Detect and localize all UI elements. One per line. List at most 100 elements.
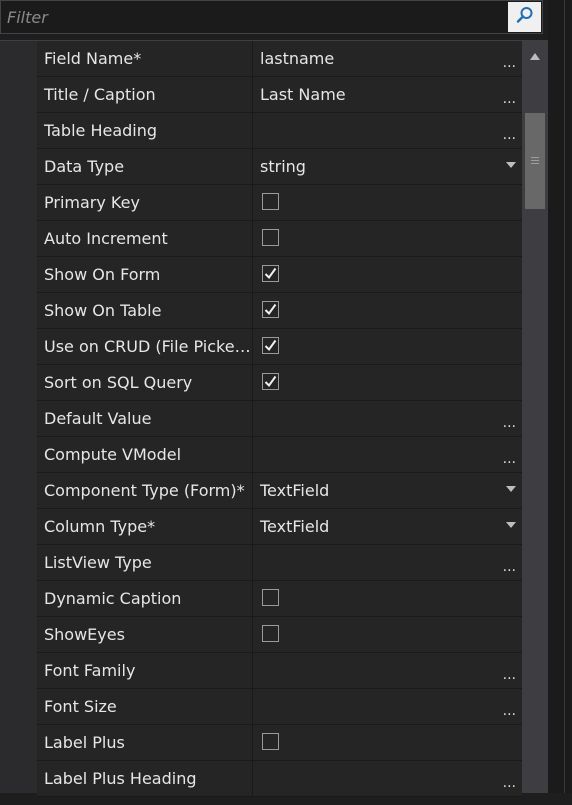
property-checkbox[interactable] — [262, 373, 279, 390]
scroll-thumb[interactable] — [525, 113, 545, 209]
property-name: Font Size — [37, 689, 253, 724]
property-name: Compute VModel — [37, 437, 253, 472]
property-row[interactable]: Component Type (Form)* TextField — [37, 473, 522, 509]
property-name: Show On Form — [37, 257, 253, 292]
property-row[interactable]: Title / Caption Last Name... — [37, 77, 522, 113]
property-grid: Field Name* lastname... Title / Caption Las… — [37, 41, 522, 797]
ellipsis-button[interactable]: ... — [500, 653, 516, 688]
property-value[interactable]: lastname... — [253, 41, 522, 76]
property-name: Column Type* — [37, 509, 253, 544]
property-checkbox[interactable] — [262, 733, 279, 750]
property-row[interactable]: Font Family... — [37, 653, 522, 689]
property-name: Show On Table — [37, 293, 253, 328]
ellipsis-button[interactable]: ... — [500, 77, 516, 112]
ellipsis-button[interactable]: ... — [500, 761, 516, 796]
property-row[interactable]: Default Value... — [37, 401, 522, 437]
property-value[interactable]: ... — [253, 437, 522, 472]
chevron-down-icon[interactable] — [506, 522, 516, 528]
property-checkbox[interactable] — [262, 625, 279, 642]
property-value[interactable] — [253, 581, 522, 616]
property-name: Primary Key — [37, 185, 253, 220]
ellipsis-button[interactable]: ... — [500, 545, 516, 580]
property-name: Title / Caption — [37, 77, 253, 112]
ellipsis-button[interactable]: ... — [500, 41, 516, 76]
property-value[interactable]: ... — [253, 545, 522, 580]
property-row[interactable]: Label Plus — [37, 725, 522, 761]
vertical-scrollbar[interactable] — [522, 41, 548, 793]
property-checkbox[interactable] — [262, 193, 279, 210]
property-row[interactable]: Label Plus Heading... — [37, 761, 522, 797]
property-row[interactable]: Show On Form — [37, 257, 522, 293]
property-row[interactable]: Dynamic Caption — [37, 581, 522, 617]
property-checkbox[interactable] — [262, 229, 279, 246]
property-row[interactable]: Column Type* TextField — [37, 509, 522, 545]
property-row[interactable]: ShowEyes — [37, 617, 522, 653]
filter-bar — [0, 0, 543, 34]
property-value[interactable]: ... — [253, 401, 522, 436]
property-value[interactable]: ... — [253, 761, 522, 796]
property-value-text: lastname — [260, 49, 335, 68]
ellipsis-button[interactable]: ... — [500, 113, 516, 148]
property-row[interactable]: Sort on SQL Query — [37, 365, 522, 401]
property-name: Use on CRUD (File Picker... — [37, 329, 253, 364]
property-value[interactable] — [253, 221, 522, 256]
property-row[interactable]: Compute VModel... — [37, 437, 522, 473]
property-row[interactable]: ListView Type... — [37, 545, 522, 581]
property-value[interactable] — [253, 329, 522, 364]
property-value[interactable] — [253, 617, 522, 652]
property-checkbox[interactable] — [262, 301, 279, 318]
property-value[interactable]: ... — [253, 113, 522, 148]
property-checkbox[interactable] — [262, 589, 279, 606]
property-checkbox[interactable] — [262, 265, 279, 282]
property-row[interactable]: Show On Table — [37, 293, 522, 329]
filter-input[interactable] — [1, 1, 507, 33]
chevron-down-icon[interactable] — [506, 486, 516, 492]
property-row[interactable]: Field Name* lastname... — [37, 41, 522, 77]
property-value[interactable] — [253, 257, 522, 292]
property-value-text: TextField — [260, 481, 330, 500]
right-panel-edge — [548, 0, 572, 793]
property-value[interactable] — [253, 293, 522, 328]
property-name: Field Name* — [37, 41, 253, 76]
property-name: Dynamic Caption — [37, 581, 253, 616]
scroll-up-button[interactable] — [522, 41, 548, 67]
property-value-text: TextField — [260, 517, 330, 536]
search-icon — [516, 6, 534, 28]
property-name: Sort on SQL Query — [37, 365, 253, 400]
property-name: Data Type — [37, 149, 253, 184]
property-name: Font Family — [37, 653, 253, 688]
property-value[interactable]: ... — [253, 689, 522, 724]
property-value[interactable]: ... — [253, 653, 522, 688]
property-value[interactable]: Last Name... — [253, 77, 522, 112]
category-gutter — [0, 40, 37, 793]
property-row[interactable]: Use on CRUD (File Picker... — [37, 329, 522, 365]
property-row[interactable]: Auto Increment — [37, 221, 522, 257]
property-value[interactable]: string — [253, 149, 522, 184]
property-value[interactable] — [253, 185, 522, 220]
property-value[interactable]: TextField — [253, 473, 522, 508]
ellipsis-button[interactable]: ... — [500, 401, 516, 436]
property-row[interactable]: Data Type string — [37, 149, 522, 185]
property-value[interactable] — [253, 725, 522, 760]
property-name: Label Plus Heading — [37, 761, 253, 796]
ellipsis-button[interactable]: ... — [500, 437, 516, 472]
chevron-down-icon[interactable] — [506, 162, 516, 168]
ellipsis-button[interactable]: ... — [500, 689, 516, 724]
property-row[interactable]: Font Size... — [37, 689, 522, 725]
property-name: ShowEyes — [37, 617, 253, 652]
property-value-text: Last Name — [260, 85, 346, 104]
property-value[interactable]: TextField — [253, 509, 522, 544]
property-row[interactable]: Table Heading... — [37, 113, 522, 149]
property-name: Component Type (Form)* — [37, 473, 253, 508]
grip-icon — [531, 157, 539, 164]
search-button[interactable] — [508, 2, 541, 32]
property-name: Table Heading — [37, 113, 253, 148]
property-name: ListView Type — [37, 545, 253, 580]
property-checkbox[interactable] — [262, 337, 279, 354]
property-name: Auto Increment — [37, 221, 253, 256]
property-value[interactable] — [253, 365, 522, 400]
property-value-text: string — [260, 157, 306, 176]
chevron-up-icon — [530, 45, 540, 64]
property-row[interactable]: Primary Key — [37, 185, 522, 221]
property-name: Label Plus — [37, 725, 253, 760]
